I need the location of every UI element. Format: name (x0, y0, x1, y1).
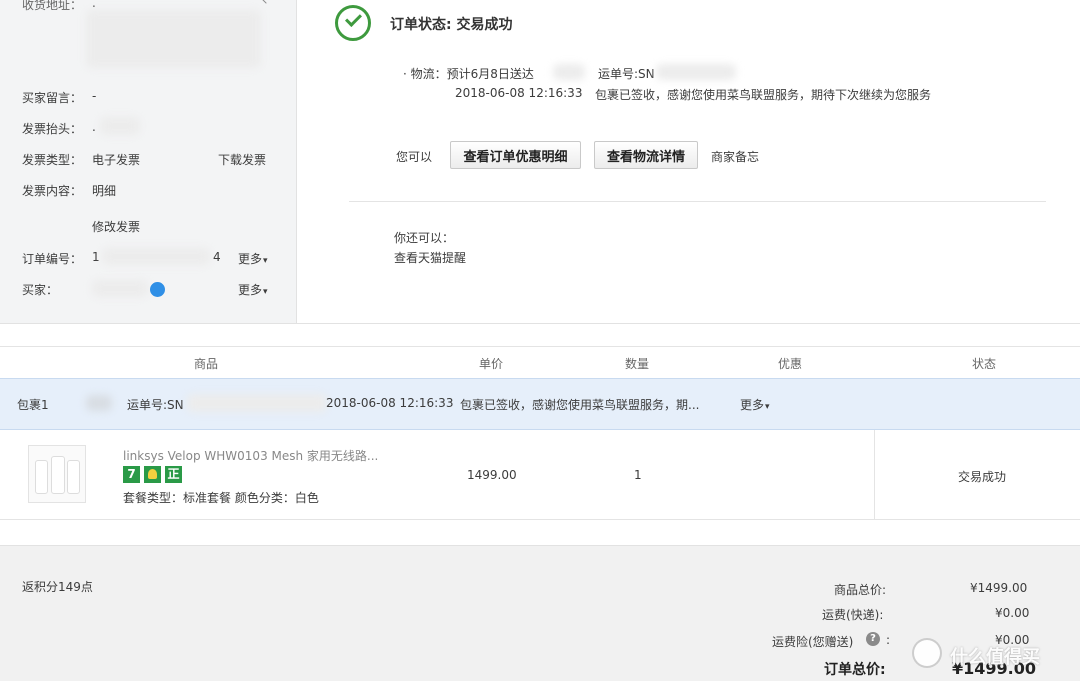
package-timestamp: 2018-06-08 12:16:33 (326, 396, 454, 410)
goods-total-value: ¥1499.00 (970, 581, 1028, 595)
package-tracking-label: 运单号:SN (127, 398, 184, 412)
you-can-label: 您可以 (396, 150, 433, 164)
message-value: - (92, 89, 97, 103)
invoice-title-label: 发票抬头： (22, 122, 83, 136)
product-name-link[interactable]: linksys Velop WHW0103 Mesh 家用无线路... (123, 447, 378, 464)
logistics-timestamp: 2018-06-08 12:16:33 (455, 86, 583, 100)
buyer-name-redacted (92, 280, 148, 297)
warranty-icon (144, 466, 161, 483)
package-redacted (86, 395, 112, 411)
order-number-redacted (102, 248, 210, 265)
product-quantity: 1 (634, 468, 642, 482)
wangwang-chat-icon[interactable] (150, 282, 165, 297)
invoice-title-redacted (100, 117, 140, 135)
watermark-text: 什么值得买 (950, 647, 1040, 668)
buyer-label: 买家： (22, 283, 59, 297)
product-status: 交易成功 (958, 470, 1007, 484)
success-check-icon (335, 5, 371, 41)
view-discount-details-button[interactable]: 查看订单优惠明细 (450, 141, 581, 169)
section-divider (0, 323, 1080, 324)
package-label: 包裹1 (17, 398, 49, 412)
shipping-insurance-link[interactable]: 运费险(您赠送) (772, 633, 853, 650)
shipping-value: ¥0.00 (995, 606, 1030, 620)
authentic-icon: 正 (165, 466, 182, 483)
invoice-content-value: 明细 (92, 184, 117, 198)
header-unit-price: 单价 (479, 357, 504, 371)
logistics-redacted (553, 64, 585, 80)
header-quantity: 数量 (625, 357, 650, 371)
table-header (0, 346, 1080, 378)
product-spec: 套餐类型：标准套餐 颜色分类：白色 (123, 491, 319, 505)
product-thumbnail[interactable] (28, 445, 86, 503)
package-message: 包裹已签收，感谢您使用菜鸟联盟服务，期... (460, 398, 700, 412)
reward-points: 返积分149点 (22, 580, 93, 594)
merchant-note-link[interactable]: 商家备忘 (711, 148, 759, 165)
address-value: . (92, 0, 96, 10)
order-number-label: 订单编号： (22, 252, 83, 266)
address-label: 收货地址： (22, 0, 83, 12)
order-status-title: 订单状态: 交易成功 (390, 17, 513, 33)
tracking-number-redacted (656, 64, 736, 80)
delivery-message: 包裹已签收，感谢您使用菜鸟联盟服务，期待下次继续为您服务 (595, 88, 932, 102)
view-logistics-details-button[interactable]: 查看物流详情 (594, 141, 698, 169)
order-number-value: 1 (92, 250, 100, 264)
modify-invoice-link[interactable]: 修改发票 (92, 218, 140, 235)
insurance-colon: : (886, 633, 891, 647)
status-column-divider (874, 430, 875, 520)
logistics-estimate: · 物流：预计6月8日送达 (403, 67, 534, 81)
invoice-type-label: 发票类型： (22, 153, 83, 167)
download-invoice-link[interactable]: 下载发票 (218, 151, 266, 168)
invoice-type-value: 电子发票 (92, 153, 141, 167)
view-tmall-reminder-link[interactable]: 查看天猫提醒 (394, 249, 466, 266)
address-redacted (86, 10, 261, 68)
header-product: 商品 (194, 357, 219, 371)
package-tracking-redacted (187, 394, 327, 412)
product-unit-price: 1499.00 (467, 468, 517, 482)
invoice-title-value: . (92, 120, 96, 134)
tracking-number-label: 运单号:SN (598, 67, 655, 81)
invoice-content-label: 发票内容： (22, 184, 83, 198)
order-more-dropdown[interactable]: 更多 (238, 250, 268, 267)
header-discount: 优惠 (778, 357, 803, 371)
product-row (0, 430, 1080, 520)
seven-day-return-icon: 7 (123, 466, 140, 483)
order-number-tail: 4 (213, 250, 221, 264)
message-label: 买家留言： (22, 91, 83, 105)
shipping-label: 运费(快递): (822, 608, 884, 622)
order-total-label: 订单总价: (824, 662, 886, 678)
buyer-more-dropdown[interactable]: 更多 (238, 281, 268, 298)
help-icon[interactable]: ? (866, 632, 880, 646)
header-status: 状态 (972, 357, 997, 371)
watermark-logo-icon (912, 638, 942, 668)
divider (349, 201, 1046, 202)
you-also-can-label: 你还可以： (394, 231, 455, 245)
goods-total-label: 商品总价: (834, 583, 887, 597)
package-more-dropdown[interactable]: 更多 (740, 396, 770, 413)
